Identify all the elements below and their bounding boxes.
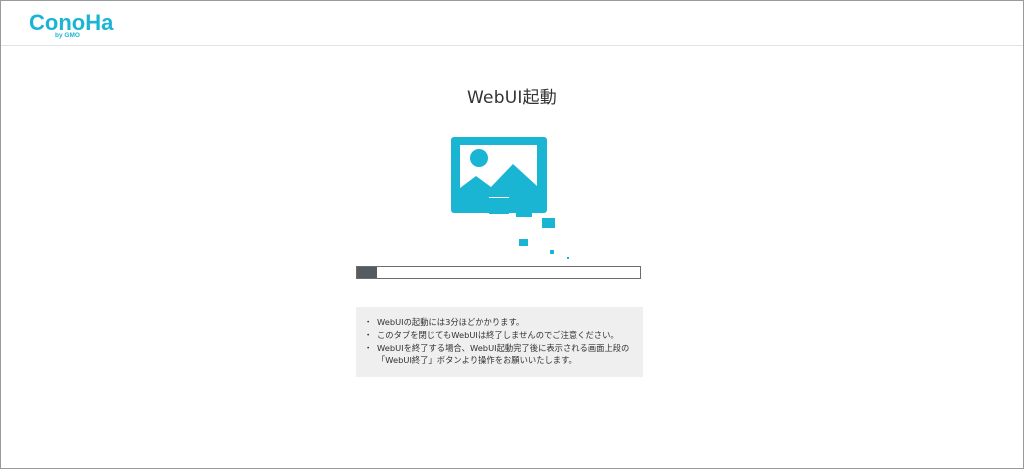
note-item: WebUIの起動には3分ほどかかります。 <box>364 316 635 328</box>
note-item: このタブを閉じてもWebUIは終了しませんのでご注意ください。 <box>364 329 635 341</box>
conoha-logo[interactable]: ConoHa by GMO <box>29 8 117 40</box>
notes-list: WebUIの起動には3分ほどかかります。このタブを閉じてもWebUIは終了しませ… <box>364 316 635 366</box>
progress-bar <box>356 266 641 279</box>
svg-text:by GMO: by GMO <box>55 32 80 39</box>
note-line: WebUIの起動には3分ほどかかります。 <box>377 317 525 327</box>
note-line: WebUIを終了する場合、WebUI起動完了後に表示される画面上段の <box>377 343 630 353</box>
note-line: このタブを閉じてもWebUIは終了しませんのでご注意ください。 <box>377 330 619 340</box>
note-line: 「WebUI終了」ボタンより操作をお願いいたします。 <box>377 355 577 365</box>
page-title: WebUI起動 <box>467 88 557 108</box>
notes-panel: WebUIの起動には3分ほどかかります。このタブを閉じてもWebUIは終了しませ… <box>356 307 643 377</box>
note-item: WebUIを終了する場合、WebUI起動完了後に表示される画面上段の「WebUI… <box>364 342 635 366</box>
app-window: ConoHa by GMO WebUI起動 WebUIの起動には3分ほどかかりま… <box>0 0 1024 469</box>
progress-bar-fill <box>357 267 377 278</box>
header: ConoHa by GMO <box>1 1 1023 46</box>
image-loading-icon <box>451 137 569 259</box>
